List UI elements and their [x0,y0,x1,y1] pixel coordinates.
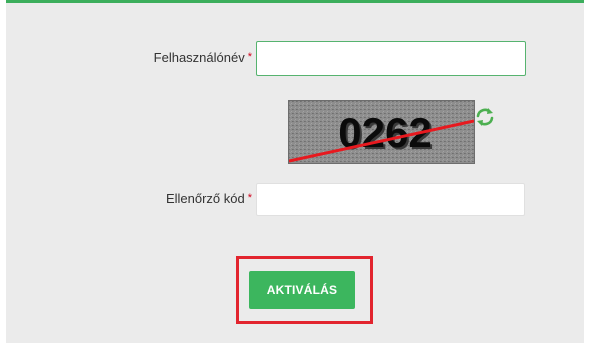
captcha-graphic: 0262 0262 [289,101,474,163]
required-marker: * [247,192,252,204]
activate-button[interactable]: AKTIVÁLÁS [249,271,355,309]
code-label-text: Ellenőrző kód [165,191,245,206]
username-label: Felhasználónév * [52,50,252,65]
verification-code-input[interactable] [256,183,525,216]
required-marker: * [247,51,252,63]
username-label-text: Felhasználónév [153,50,245,65]
username-input[interactable] [256,41,526,76]
form-panel: Felhasználónév * 0262 0262 Ellenőrző kód… [6,0,584,343]
code-label: Ellenőrző kód * [52,191,252,206]
refresh-icon[interactable] [474,106,496,128]
captcha-image: 0262 0262 [288,100,475,164]
